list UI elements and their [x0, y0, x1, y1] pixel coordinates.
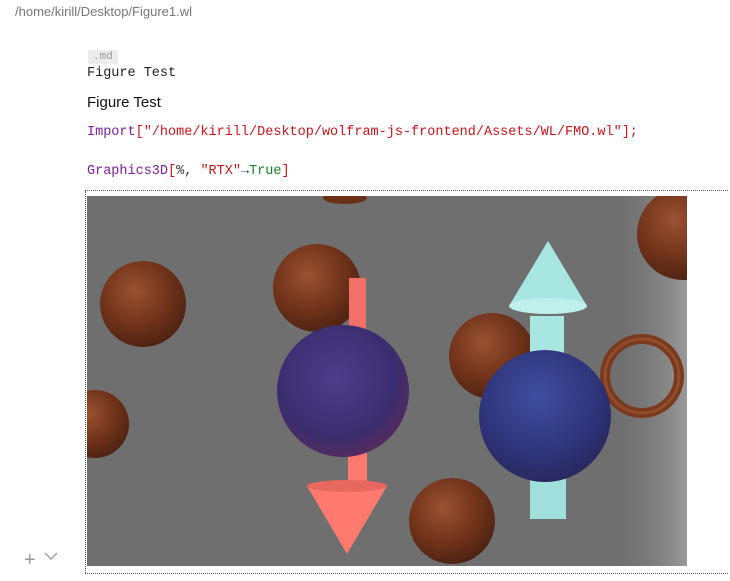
- up-arrow-head-base: [509, 298, 587, 314]
- import-func: Import: [87, 125, 136, 140]
- output-top-border: [85, 190, 728, 191]
- atom-sphere: [100, 261, 186, 347]
- graphics-close-bracket: ]: [281, 164, 290, 179]
- atom-sphere: [273, 244, 361, 332]
- graphics-arg: %,: [176, 164, 201, 179]
- up-arrow-head: [509, 241, 587, 306]
- graphics-rule-arrow: →: [240, 164, 250, 179]
- atom-sphere: [409, 478, 495, 564]
- graphics3d-viewport[interactable]: [87, 196, 687, 566]
- graphics-func: Graphics3D: [87, 164, 169, 179]
- graphics-open-bracket: [: [168, 164, 177, 179]
- graphics-option-value: True: [249, 164, 282, 179]
- chevron-down-icon[interactable]: [44, 551, 58, 561]
- add-cell-button[interactable]: +: [24, 548, 36, 572]
- spin-core-sphere: [277, 325, 409, 457]
- markdown-output: Figure Test: [87, 94, 161, 111]
- graphics3d-render[interactable]: [87, 196, 687, 566]
- output-bottom-border: [85, 573, 728, 574]
- import-close-bracket: ];: [621, 125, 638, 140]
- graphics-cell[interactable]: Graphics3D[%, "RTX"→True]: [87, 164, 290, 179]
- graphics-option-name: "RTX": [200, 164, 241, 179]
- down-arrow-head-base: [307, 480, 387, 492]
- cell-type-tag[interactable]: .md: [88, 50, 118, 64]
- atom-sphere: [87, 390, 129, 458]
- file-path: /home/kirill/Desktop/Figure1.wl: [15, 4, 193, 19]
- down-arrow-head: [307, 486, 387, 554]
- output-left-border: [85, 191, 86, 573]
- markdown-source[interactable]: Figure Test: [87, 66, 176, 81]
- import-open-bracket: [: [135, 125, 144, 140]
- spin-core-sphere: [479, 350, 611, 482]
- plus-icon[interactable]: +: [24, 549, 36, 571]
- atom-sphere: [323, 196, 367, 204]
- import-cell[interactable]: Import["/home/kirill/Desktop/wolfram-js-…: [87, 125, 638, 140]
- import-path-string: "/home/kirill/Desktop/wolfram-js-fronten…: [143, 125, 622, 140]
